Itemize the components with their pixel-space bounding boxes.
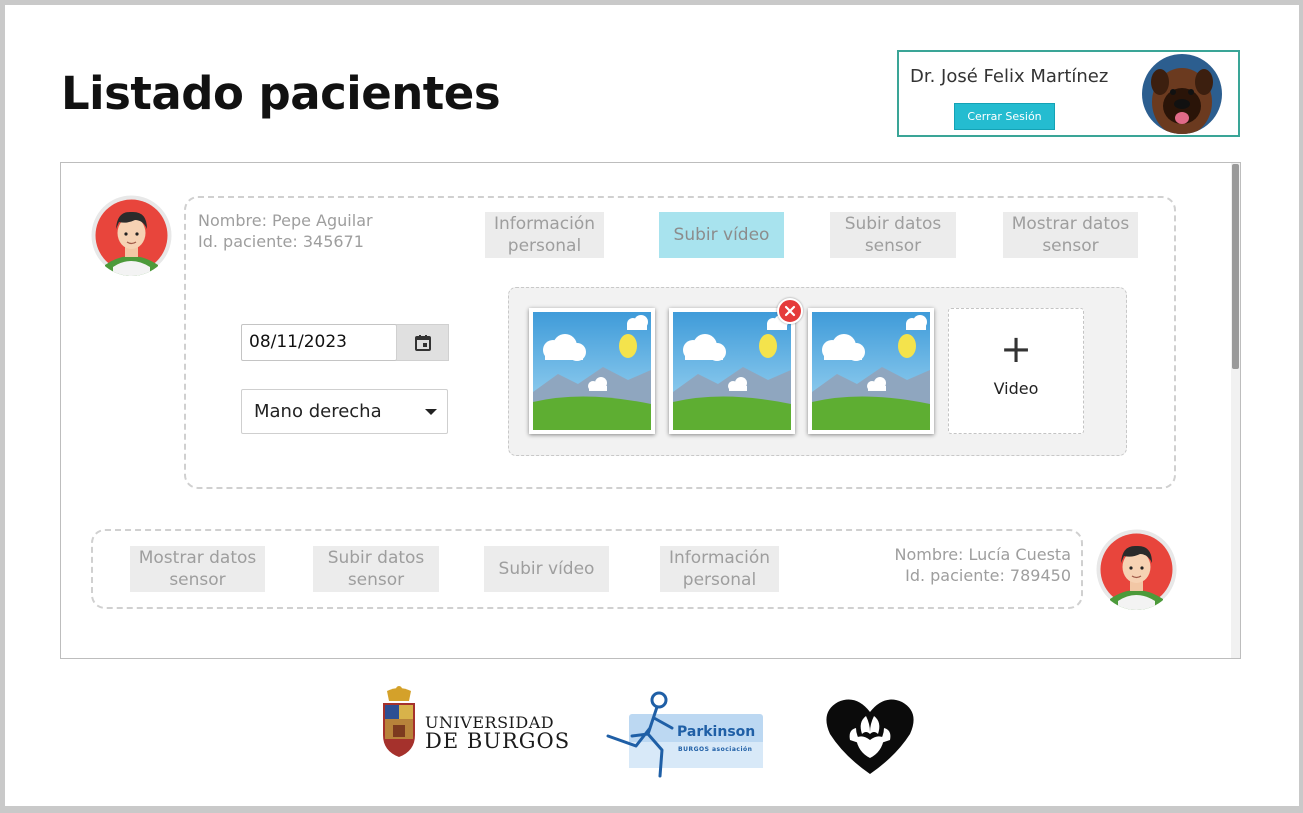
university-logo-line2: DE BURGOS [425, 729, 571, 753]
page-title: Listado pacientes [61, 67, 501, 120]
parkinson-logo-title: Parkinson [677, 724, 756, 740]
tab-show-sensor[interactable]: Mostrar datos sensor [130, 546, 265, 592]
tab-upload-sensor[interactable]: Subir datos sensor [830, 212, 956, 258]
parkinson-logo: Parkinson BURGOS asociación [602, 688, 767, 780]
calendar-button[interactable] [396, 324, 449, 361]
calendar-icon [414, 334, 431, 351]
video-gallery: + Video [508, 287, 1127, 456]
university-logo: UNIVERSIDAD DE BURGOS [377, 685, 571, 759]
delete-video-button[interactable] [777, 298, 803, 324]
patient-card: Mostrar datos sensor Subir datos sensor … [91, 529, 1083, 609]
patient-id: Id. paciente: 789450 [905, 566, 1071, 585]
tab-personal-info[interactable]: Información personal [485, 212, 604, 258]
scrollbar[interactable] [1231, 163, 1240, 658]
date-field[interactable]: 08/11/2023 [241, 324, 397, 361]
patient-list: Nombre: Pepe Aguilar Id. paciente: 34567… [60, 162, 1241, 659]
hand-select-value: Mano derecha [254, 401, 382, 422]
patient-card: Nombre: Pepe Aguilar Id. paciente: 34567… [184, 196, 1176, 489]
patient-avatar [91, 195, 172, 276]
tab-show-sensor[interactable]: Mostrar datos sensor [1003, 212, 1138, 258]
patient-info: Nombre: Pepe Aguilar Id. paciente: 34567… [198, 210, 373, 252]
user-card: Dr. José Felix Martínez Cerrar Sesión [897, 50, 1240, 137]
tab-upload-video[interactable]: Subir vídeo [484, 546, 609, 592]
close-icon [784, 305, 796, 317]
video-thumbnail[interactable] [669, 308, 795, 434]
tab-upload-video[interactable]: Subir vídeo [659, 212, 784, 258]
patient-id: Id. paciente: 345671 [198, 232, 364, 251]
logout-button[interactable]: Cerrar Sesión [954, 103, 1055, 130]
scrollbar-thumb[interactable] [1232, 164, 1239, 369]
add-video-label: Video [993, 379, 1039, 398]
user-name: Dr. José Felix Martínez [910, 66, 1109, 87]
plus-icon: + [1000, 327, 1032, 371]
user-avatar [1142, 54, 1222, 134]
video-thumbnail[interactable] [808, 308, 934, 434]
tab-upload-sensor[interactable]: Subir datos sensor [313, 546, 439, 592]
page: Listado pacientes Dr. José Felix Martíne… [5, 5, 1299, 806]
patient-name: Nombre: Lucía Cuesta [894, 545, 1071, 564]
caret-down-icon [425, 409, 437, 415]
hand-select[interactable]: Mano derecha [241, 389, 448, 434]
patient-info: Nombre: Lucía Cuesta Id. paciente: 78945… [894, 544, 1071, 586]
video-thumbnail[interactable] [529, 308, 655, 434]
patient-avatar [1096, 529, 1177, 610]
tab-personal-info[interactable]: Información personal [660, 546, 779, 592]
patient-name: Nombre: Pepe Aguilar [198, 211, 373, 230]
add-video-button[interactable]: + Video [948, 308, 1084, 434]
heart-logo [822, 694, 918, 776]
parkinson-logo-subtitle: BURGOS asociación [678, 746, 753, 753]
